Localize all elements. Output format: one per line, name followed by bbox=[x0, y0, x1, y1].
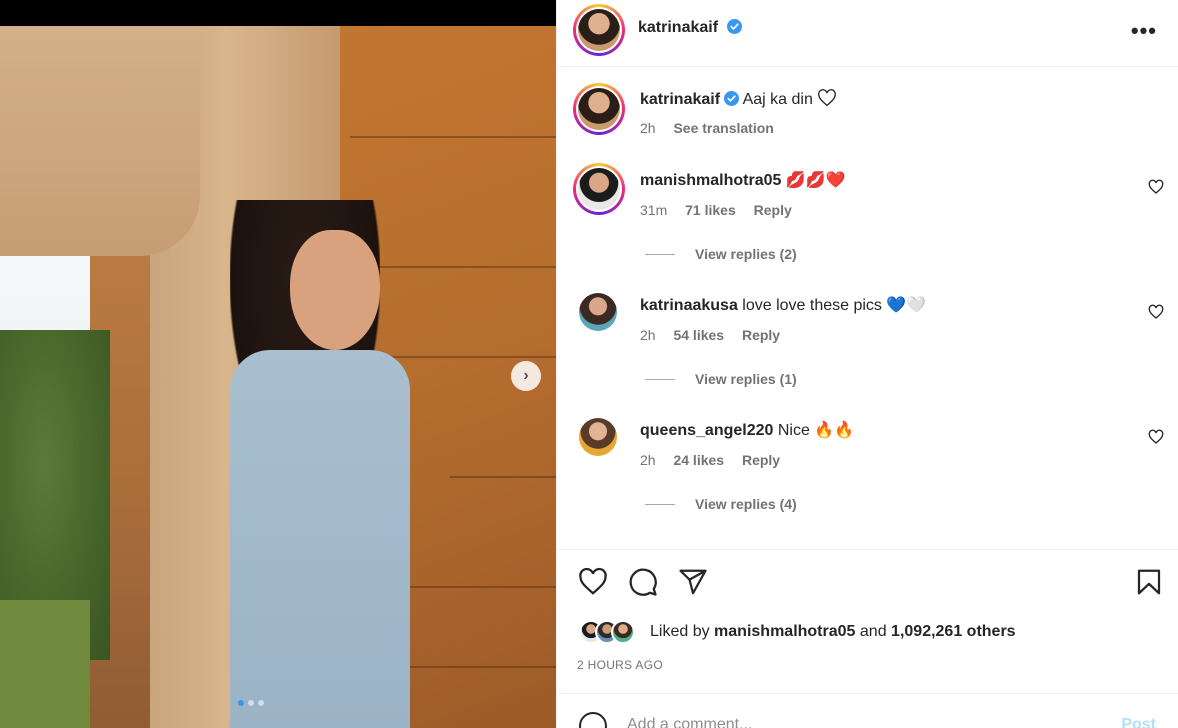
view-replies-label: View replies (4) bbox=[695, 496, 797, 512]
bookmark-icon[interactable] bbox=[1134, 567, 1164, 597]
post-timestamp[interactable]: 2 HOURS AGO bbox=[577, 658, 663, 672]
post-button[interactable]: Post bbox=[1121, 716, 1156, 728]
header-username[interactable]: katrinakaif bbox=[638, 19, 718, 36]
photo-top-bar bbox=[0, 0, 556, 26]
carousel-dot bbox=[238, 700, 244, 706]
liked-by-prefix: Liked by bbox=[650, 623, 710, 640]
comment-emojis: 💋💋❤️ bbox=[785, 172, 846, 189]
add-comment-input[interactable]: Add a comment... bbox=[627, 716, 752, 728]
comment-likes[interactable]: 71 likes bbox=[685, 202, 736, 218]
view-replies-button[interactable]: View replies (4) bbox=[645, 496, 797, 512]
avatar[interactable] bbox=[579, 293, 617, 331]
reply-button[interactable]: Reply bbox=[742, 327, 780, 343]
verified-badge-icon bbox=[724, 91, 740, 106]
photo-arch bbox=[0, 26, 200, 256]
view-replies-label: View replies (1) bbox=[695, 371, 797, 387]
heart-emoji-icon bbox=[818, 89, 837, 107]
comment-time: 2h bbox=[640, 452, 656, 468]
comment-time: 2h bbox=[640, 327, 656, 343]
caption-meta: 2h See translation bbox=[640, 120, 788, 136]
avatar[interactable] bbox=[573, 83, 625, 135]
avatar[interactable] bbox=[573, 163, 625, 215]
comment-meta: 31m 71 likes Reply bbox=[640, 202, 806, 218]
comment-username[interactable]: katrinaakusa bbox=[640, 297, 738, 314]
photo-person bbox=[220, 190, 420, 728]
carousel-dot bbox=[258, 700, 264, 706]
heart-icon[interactable] bbox=[578, 567, 608, 597]
comment-emojis: 🔥🔥 bbox=[814, 422, 855, 439]
comment-item: katrinaakusa love love these pics 💙🤍 bbox=[640, 295, 926, 315]
comment-meta: 2h 54 likes Reply bbox=[640, 327, 794, 343]
liked-by-avatars[interactable] bbox=[579, 620, 635, 644]
post-photo[interactable]: › bbox=[0, 0, 556, 728]
see-translation-link[interactable]: See translation bbox=[673, 120, 773, 136]
heart-icon[interactable] bbox=[1148, 429, 1164, 445]
chevron-right-icon[interactable]: › bbox=[511, 361, 541, 391]
divider bbox=[557, 549, 1178, 550]
comment-icon[interactable] bbox=[628, 567, 658, 597]
reply-button[interactable]: Reply bbox=[754, 202, 792, 218]
comment-time: 31m bbox=[640, 202, 668, 218]
photo-grass bbox=[0, 600, 90, 728]
liked-by-and: and bbox=[859, 623, 887, 640]
caption-time: 2h bbox=[640, 120, 656, 136]
heart-icon[interactable] bbox=[1148, 304, 1164, 320]
avatar[interactable] bbox=[573, 4, 625, 56]
reply-button[interactable]: Reply bbox=[742, 452, 780, 468]
view-replies-button[interactable]: View replies (2) bbox=[645, 246, 797, 262]
comment-likes[interactable]: 24 likes bbox=[673, 452, 724, 468]
carousel-dots bbox=[238, 700, 264, 706]
caption: katrinakaif Aaj ka din bbox=[640, 89, 837, 109]
comment-meta: 2h 24 likes Reply bbox=[640, 452, 794, 468]
view-replies-label: View replies (2) bbox=[695, 246, 797, 262]
emoji-icon[interactable] bbox=[579, 712, 607, 728]
avatar bbox=[611, 620, 635, 644]
more-options-icon[interactable]: ••• bbox=[1131, 18, 1157, 44]
view-replies-button[interactable]: View replies (1) bbox=[645, 371, 797, 387]
comment-emojis: 💙🤍 bbox=[886, 297, 927, 314]
post-detail-panel: katrinakaif ••• katrinakaif Aaj ka din 2… bbox=[556, 0, 1178, 728]
comment-text: Nice bbox=[777, 422, 810, 439]
liked-by-user[interactable]: manishmalhotra05 bbox=[714, 623, 855, 640]
comment-text: love love these pics bbox=[742, 297, 882, 314]
liked-by-others[interactable]: 1,092,261 others bbox=[891, 623, 1016, 640]
caption-username[interactable]: katrinakaif bbox=[640, 91, 720, 108]
post-header: katrinakaif ••• bbox=[557, 0, 1178, 67]
comment-username[interactable]: manishmalhotra05 bbox=[640, 172, 781, 189]
caption-text: Aaj ka din bbox=[742, 91, 813, 108]
comment-item: manishmalhotra05 💋💋❤️ bbox=[640, 170, 846, 190]
share-icon[interactable] bbox=[678, 567, 708, 597]
comment-likes[interactable]: 54 likes bbox=[673, 327, 724, 343]
avatar[interactable] bbox=[579, 418, 617, 456]
divider bbox=[557, 693, 1178, 694]
comment-username[interactable]: queens_angel220 bbox=[640, 422, 773, 439]
liked-by-text: Liked by manishmalhotra05 and 1,092,261 … bbox=[650, 623, 1016, 641]
verified-badge-icon bbox=[726, 19, 742, 34]
comment-item: queens_angel220 Nice 🔥🔥 bbox=[640, 420, 854, 440]
carousel-dot bbox=[248, 700, 254, 706]
heart-icon[interactable] bbox=[1148, 179, 1164, 195]
